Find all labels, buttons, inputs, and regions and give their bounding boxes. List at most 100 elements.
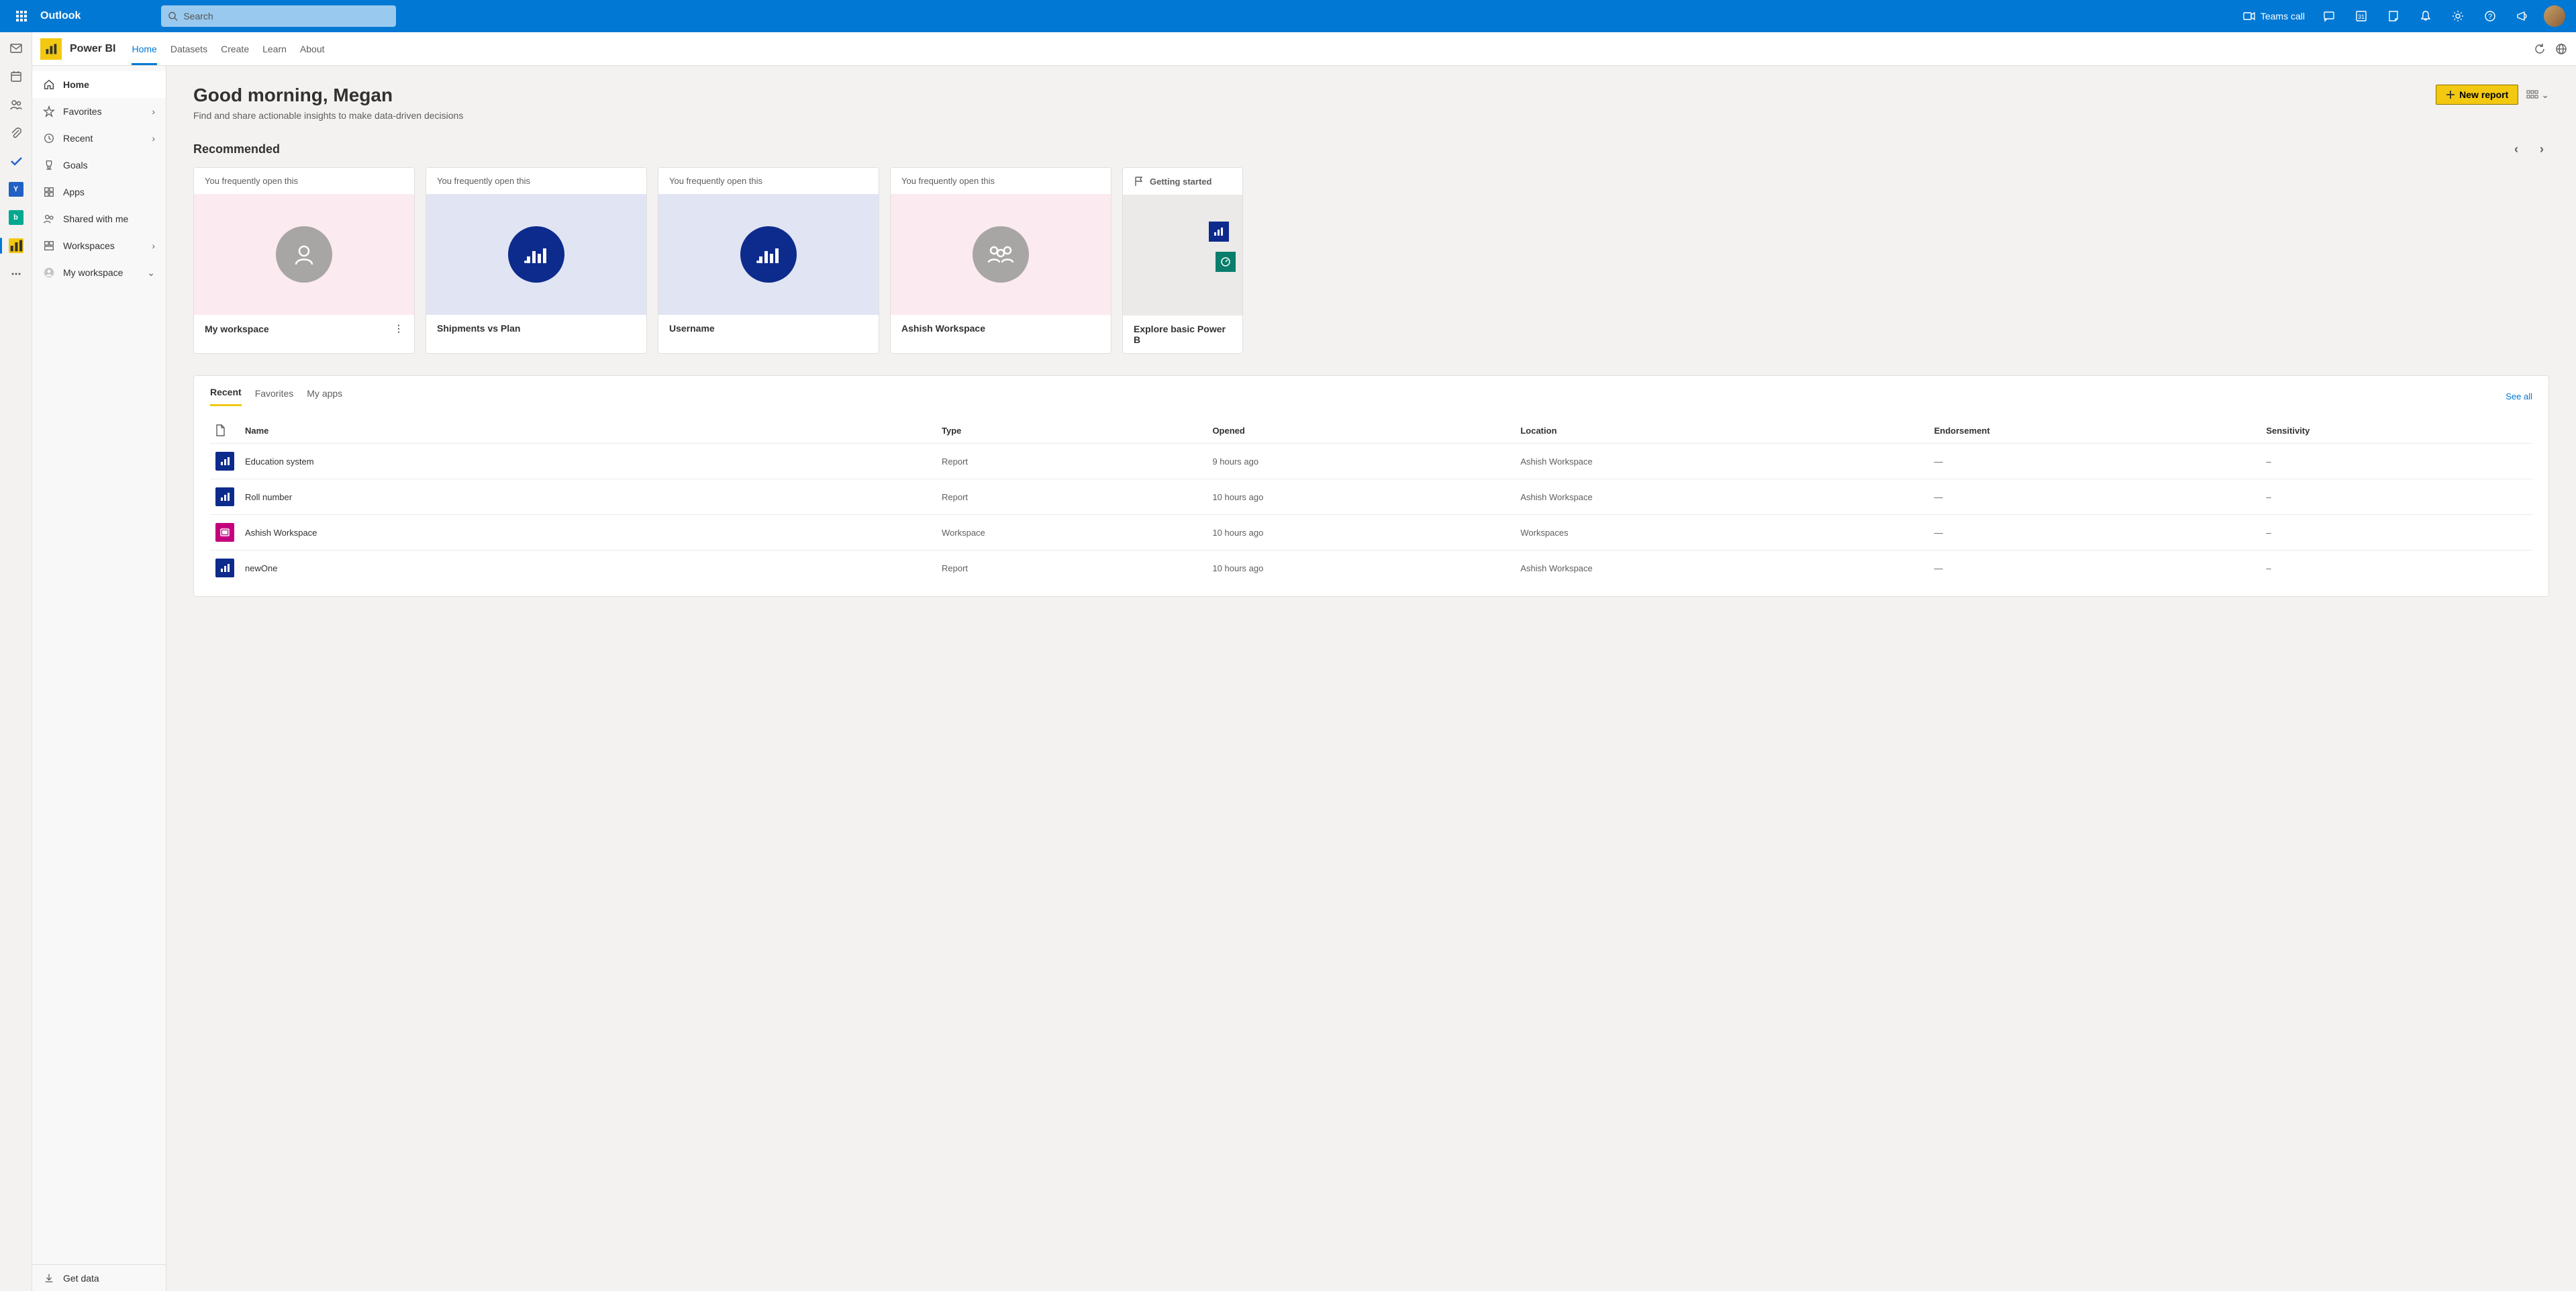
tips-button[interactable] (2377, 0, 2410, 32)
recommended-card[interactable]: You frequently open this Username (658, 167, 879, 354)
card-subtitle: You frequently open this (426, 168, 646, 194)
pbi-tab-datasets[interactable]: Datasets (170, 32, 207, 65)
nav-my-workspace[interactable]: My workspace ⌄ (32, 259, 166, 286)
card-more-button[interactable]: ⋮ (394, 323, 403, 334)
nav-get-data[interactable]: Get data (32, 1264, 166, 1291)
people-icon (9, 98, 23, 111)
nav-favorites[interactable]: Favorites › (32, 98, 166, 125)
chevron-down-icon: ⌄ (147, 267, 155, 279)
app-launcher-button[interactable] (5, 0, 38, 32)
recent-tab-myapps[interactable]: My apps (307, 388, 342, 405)
recommended-card[interactable]: You frequently open this My workspace⋮ (193, 167, 415, 354)
pbi-tab-learn[interactable]: Learn (262, 32, 287, 65)
pbi-tab-create[interactable]: Create (221, 32, 249, 65)
megaphone-icon (2516, 10, 2528, 22)
grid-view-icon (2526, 90, 2538, 99)
row-endorsement: — (1929, 515, 2261, 551)
card-thumbnail-icon (508, 226, 564, 283)
help-icon: ? (2484, 10, 2496, 22)
table-header[interactable]: Name (240, 418, 936, 444)
recommended-card[interactable]: You frequently open this Shipments vs Pl… (426, 167, 647, 354)
row-type-icon (215, 523, 234, 542)
recent-tab-recent[interactable]: Recent (210, 387, 242, 406)
nav-goals[interactable]: Goals (32, 152, 166, 179)
row-sensitivity: – (2261, 515, 2532, 551)
meet-now-button[interactable] (2313, 0, 2345, 32)
settings-button[interactable] (2442, 0, 2474, 32)
pbi-tab-about[interactable]: About (300, 32, 325, 65)
gauge-tile-icon (1216, 252, 1236, 272)
gear-icon (2452, 10, 2464, 22)
table-header[interactable]: Endorsement (1929, 418, 2261, 444)
rail-mail[interactable] (5, 38, 27, 59)
chart-tile-icon (1209, 222, 1229, 242)
chevron-right-icon: › (152, 106, 155, 117)
search-input[interactable] (183, 11, 389, 21)
rail-todo[interactable] (5, 150, 27, 172)
recommended-card-getting-started[interactable]: Getting started Explore basic Power B (1122, 167, 1243, 354)
nav-recent[interactable]: Recent › (32, 125, 166, 152)
search-box[interactable] (161, 5, 396, 27)
flag-icon (1134, 176, 1144, 187)
nav-home[interactable]: Home (32, 71, 166, 98)
row-sensitivity: – (2261, 444, 2532, 479)
new-report-button[interactable]: New report (2436, 85, 2518, 105)
row-sensitivity: – (2261, 551, 2532, 586)
help-button[interactable]: ? (2474, 0, 2506, 32)
notifications-button[interactable] (2410, 0, 2442, 32)
table-header[interactable]: Sensitivity (2261, 418, 2532, 444)
row-name: Roll number (240, 479, 936, 515)
pbi-tab-home[interactable]: Home (132, 32, 156, 65)
recent-tab-favorites[interactable]: Favorites (255, 388, 294, 405)
search-icon (168, 11, 178, 21)
rail-calendar[interactable] (5, 66, 27, 87)
row-type-icon (215, 559, 234, 577)
globe-icon[interactable] (2555, 42, 2568, 56)
pbi-main: Good morning, Megan Find and share actio… (166, 66, 2576, 1291)
table-row[interactable]: newOne Report 10 hours ago Ashish Worksp… (210, 551, 2532, 586)
row-opened: 9 hours ago (1207, 444, 1515, 479)
user-avatar[interactable] (2544, 5, 2565, 27)
table-header[interactable] (210, 418, 240, 444)
row-type: Report (936, 479, 1207, 515)
yammer-icon: Y (9, 182, 23, 197)
nav-apps[interactable]: Apps (32, 179, 166, 205)
rail-more[interactable] (5, 263, 27, 285)
mail-icon (9, 42, 23, 55)
carousel-next[interactable]: › (2534, 140, 2549, 159)
row-type-icon (215, 452, 234, 471)
suite-title[interactable]: Outlook (40, 10, 81, 22)
table-row[interactable]: Ashish Workspace Workspace 10 hours ago … (210, 515, 2532, 551)
greeting-subtitle: Find and share actionable insights to ma… (193, 110, 463, 121)
table-header[interactable]: Opened (1207, 418, 1515, 444)
teams-call-button[interactable]: Teams call (2235, 11, 2313, 21)
table-header[interactable]: Location (1515, 418, 1928, 444)
table-row[interactable]: Roll number Report 10 hours ago Ashish W… (210, 479, 2532, 515)
rail-powerbi[interactable] (5, 235, 27, 256)
rail-people[interactable] (5, 94, 27, 115)
table-header[interactable]: Type (936, 418, 1207, 444)
see-all-link[interactable]: See all (2506, 391, 2532, 401)
trophy-icon (43, 159, 55, 171)
apps-icon (43, 186, 55, 198)
nav-workspaces[interactable]: Workspaces › (32, 232, 166, 259)
row-endorsement: — (1929, 551, 2261, 586)
recommended-card[interactable]: You frequently open this Ashish Workspac… (890, 167, 1111, 354)
row-endorsement: — (1929, 479, 2261, 515)
row-name: newOne (240, 551, 936, 586)
calendar-square-icon: 31 (2355, 10, 2367, 22)
view-toggle[interactable]: ⌄ (2526, 89, 2549, 101)
nav-shared[interactable]: Shared with me (32, 205, 166, 232)
carousel-prev[interactable]: ‹ (2509, 140, 2524, 159)
row-name: Ashish Workspace (240, 515, 936, 551)
megaphone-button[interactable] (2506, 0, 2538, 32)
app-rail: Y b (0, 32, 32, 1291)
refresh-icon[interactable] (2533, 42, 2546, 56)
rail-yammer[interactable]: Y (5, 179, 27, 200)
table-row[interactable]: Education system Report 9 hours ago Ashi… (210, 444, 2532, 479)
rail-bookings[interactable]: b (5, 207, 27, 228)
get-data-icon (43, 1272, 55, 1284)
row-opened: 10 hours ago (1207, 551, 1515, 586)
rail-files[interactable] (5, 122, 27, 144)
outlook-button[interactable]: 31 (2345, 0, 2377, 32)
